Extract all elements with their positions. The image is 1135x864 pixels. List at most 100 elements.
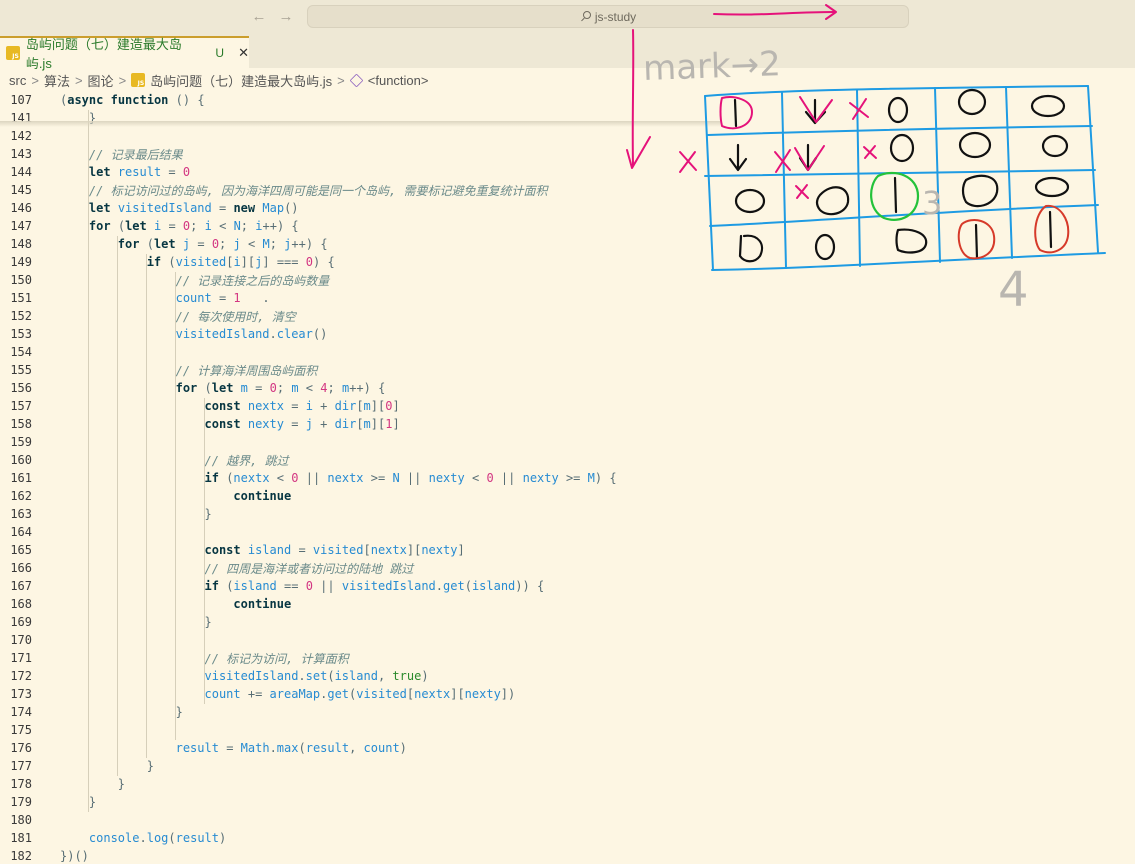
code-line[interactable]: 151 count = 1 .: [0, 289, 700, 307]
code-text[interactable]: // 标记访问过的岛屿, 因为海洋四周可能是同一个岛屿, 需要标记避免重复统计面…: [60, 182, 548, 199]
forward-icon[interactable]: →: [277, 8, 295, 26]
breadcrumb-item-file[interactable]: 岛屿问题（七）建造最大岛屿.js: [150, 71, 332, 90]
code-line[interactable]: 177 }: [0, 757, 700, 775]
line-number: 145: [10, 183, 32, 197]
code-text[interactable]: // 记录最后结果: [60, 146, 183, 163]
line-number: 142: [10, 129, 32, 143]
code-line[interactable]: 144 let result = 0: [0, 163, 700, 181]
code-line[interactable]: 174 }: [0, 703, 700, 721]
code-line[interactable]: 167 if (island == 0 || visitedIsland.get…: [0, 577, 700, 595]
back-icon[interactable]: ←: [250, 8, 268, 26]
code-line[interactable]: 162 continue: [0, 487, 700, 505]
code-line[interactable]: 155 // 计算海洋周围岛屿面积: [0, 361, 700, 379]
code-line[interactable]: 182 })(): [0, 847, 700, 864]
code-text[interactable]: if (visited[i][j] === 0) {: [60, 255, 335, 269]
code-line[interactable]: 157 const nextx = i + dir[m][0]: [0, 397, 700, 415]
code-line[interactable]: 178 }: [0, 775, 700, 793]
code-line[interactable]: 148 for (let j = 0; j < M; j++) {: [0, 235, 700, 253]
code-text[interactable]: if (nextx < 0 || nextx >= N || nexty < 0…: [60, 471, 617, 485]
code-line[interactable]: 175: [0, 721, 700, 739]
code-text[interactable]: for (let i = 0; i < N; i++) {: [60, 219, 299, 233]
close-icon[interactable]: ✕: [238, 45, 249, 61]
code-text[interactable]: // 四周是海洋或者访问过的陆地 跳过: [60, 560, 414, 577]
breadcrumb-item-graph[interactable]: 图论: [88, 71, 114, 90]
code-line[interactable]: 164: [0, 523, 700, 541]
code-text[interactable]: const island = visited[nextx][nexty]: [60, 543, 465, 557]
code-line[interactable]: 169 }: [0, 613, 700, 631]
pink-check-mark: [799, 96, 833, 123]
title-bar: ← → js-study: [0, 0, 1135, 36]
breadcrumb-item-function[interactable]: <function>: [368, 73, 429, 88]
code-line[interactable]: 153 visitedIsland.clear(): [0, 325, 700, 343]
line-number: 152: [10, 309, 32, 323]
code-line[interactable]: 170: [0, 631, 700, 649]
line-number: 170: [10, 633, 32, 647]
code-line[interactable]: 156 for (let m = 0; m < 4; m++) {: [0, 379, 700, 397]
code-line[interactable]: 161 if (nextx < 0 || nextx >= N || nexty…: [0, 469, 700, 487]
line-number: 151: [10, 291, 32, 305]
code-line[interactable]: 160 // 越界, 跳过: [0, 451, 700, 469]
label-4: 4: [998, 262, 1029, 318]
code-line[interactable]: 179 }: [0, 793, 700, 811]
code-line[interactable]: 146 let visitedIsland = new Map(): [0, 199, 700, 217]
code-text[interactable]: let result = 0: [60, 165, 190, 179]
code-line[interactable]: 166 // 四周是海洋或者访问过的陆地 跳过: [0, 559, 700, 577]
code-line[interactable]: 171 // 标记为访问, 计算面积: [0, 649, 700, 667]
code-line[interactable]: 181 console.log(result): [0, 829, 700, 847]
code-text[interactable]: // 记录连接之后的岛屿数量: [60, 272, 330, 289]
code-line[interactable]: 168 continue: [0, 595, 700, 613]
code-line[interactable]: 163 }: [0, 505, 700, 523]
code-text[interactable]: }: [60, 795, 96, 809]
code-text[interactable]: for (let m = 0; m < 4; m++) {: [60, 381, 386, 395]
line-number: 163: [10, 507, 32, 521]
code-text[interactable]: let visitedIsland = new Map(): [60, 201, 299, 215]
code-line[interactable]: 173 count += areaMap.get(visited[nextx][…: [0, 685, 700, 703]
code-text[interactable]: const nexty = j + dir[m][1]: [60, 417, 400, 431]
code-line[interactable]: 147 for (let i = 0; i < N; i++) {: [0, 217, 700, 235]
code-text[interactable]: }: [60, 615, 212, 629]
line-number: 164: [10, 525, 32, 539]
code-line[interactable]: 152 // 每次使用时, 清空: [0, 307, 700, 325]
code-text[interactable]: (async function () {: [60, 93, 205, 107]
code-text[interactable]: }: [60, 759, 154, 773]
breadcrumb-item-algo[interactable]: 算法: [44, 71, 70, 90]
line-number: 180: [10, 813, 32, 827]
code-line[interactable]: 158 const nexty = j + dir[m][1]: [0, 415, 700, 433]
code-text[interactable]: result = Math.max(result, count): [60, 741, 407, 755]
line-number: 182: [10, 849, 32, 863]
code-line[interactable]: 165 const island = visited[nextx][nexty]: [0, 541, 700, 559]
code-text[interactable]: }: [60, 777, 125, 791]
code-text[interactable]: count = 1 .: [60, 291, 270, 305]
code-text[interactable]: visitedIsland.set(island, true): [60, 669, 429, 683]
code-text[interactable]: // 计算海洋周围岛屿面积: [60, 362, 318, 379]
code-line[interactable]: 145 // 标记访问过的岛屿, 因为海洋四周可能是同一个岛屿, 需要标记避免重…: [0, 181, 700, 199]
code-text[interactable]: }: [60, 705, 183, 719]
code-text[interactable]: })(): [60, 849, 89, 863]
code-text[interactable]: }: [60, 507, 212, 521]
code-text[interactable]: if (island == 0 || visitedIsland.get(isl…: [60, 579, 545, 593]
line-number: 166: [10, 561, 32, 575]
code-line[interactable]: 180: [0, 811, 700, 829]
code-line[interactable]: 159: [0, 433, 700, 451]
code-line[interactable]: 150 // 记录连接之后的岛屿数量: [0, 271, 700, 289]
editor-tab[interactable]: 岛屿问题（七）建造最大岛屿.js U ✕: [0, 36, 249, 71]
code-text[interactable]: for (let j = 0; j < M; j++) {: [60, 237, 328, 251]
command-center-search[interactable]: js-study: [307, 5, 909, 28]
code-line[interactable]: 149 if (visited[i][j] === 0) {: [0, 253, 700, 271]
code-text[interactable]: count += areaMap.get(visited[nextx][next…: [60, 687, 516, 701]
code-line[interactable]: 143 // 记录最后结果: [0, 145, 700, 163]
code-text[interactable]: const nextx = i + dir[m][0]: [60, 399, 400, 413]
line-number: 154: [10, 345, 32, 359]
code-text[interactable]: visitedIsland.clear(): [60, 327, 328, 341]
code-text[interactable]: console.log(result): [60, 831, 226, 845]
code-line[interactable]: 154: [0, 343, 700, 361]
code-line[interactable]: 142: [0, 127, 700, 145]
code-line[interactable]: 107 (async function () {: [0, 91, 700, 109]
down-arrow-mark: [804, 98, 827, 125]
breadcrumb-item-src[interactable]: src: [9, 73, 26, 88]
pink-x-mark: [863, 145, 877, 159]
zero-circle: [961, 174, 999, 208]
code-text[interactable]: // 每次使用时, 清空: [60, 308, 296, 325]
code-line[interactable]: 172 visitedIsland.set(island, true): [0, 667, 700, 685]
code-line[interactable]: 176 result = Math.max(result, count): [0, 739, 700, 757]
